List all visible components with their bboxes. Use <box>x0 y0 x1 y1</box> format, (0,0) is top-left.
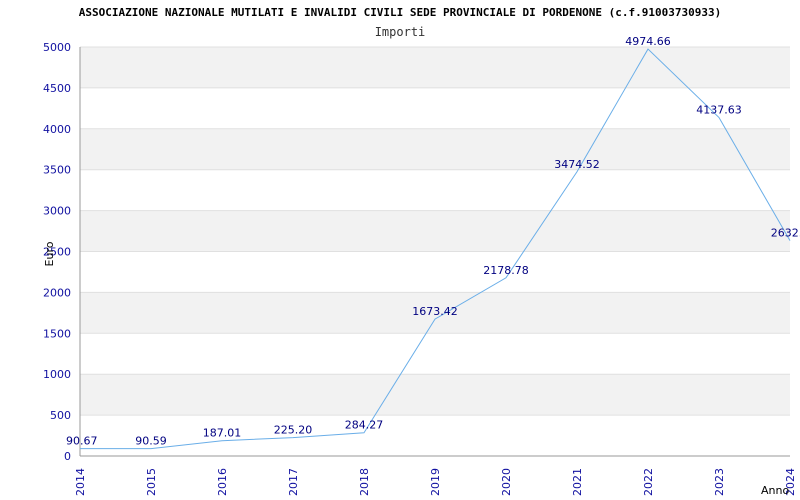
grid-band <box>80 87 790 129</box>
x-tick-label: 2022 <box>642 468 655 496</box>
data-label: 2632.6 <box>771 227 800 240</box>
line-chart: 0500100015002000250030003500400045005000… <box>43 35 800 497</box>
grid-band <box>80 47 790 88</box>
x-tick-label: 2016 <box>216 468 229 496</box>
y-tick-label: 500 <box>50 409 71 422</box>
data-label: 225.20 <box>274 424 313 437</box>
grid-band <box>80 333 790 375</box>
x-tick-label: 2020 <box>500 468 513 496</box>
x-tick-label: 2023 <box>713 468 726 496</box>
grid-band <box>80 374 790 416</box>
y-tick-label: 1500 <box>43 327 71 340</box>
y-tick-label: 3500 <box>43 164 71 177</box>
data-label: 4974.66 <box>625 35 671 48</box>
y-tick-label: 0 <box>64 450 71 463</box>
data-label: 90.67 <box>66 435 98 448</box>
data-label: 90.59 <box>135 435 167 448</box>
grid-band <box>80 251 790 293</box>
x-axis-label: Anno <box>761 484 789 497</box>
y-axis-label: Euro <box>43 241 56 266</box>
x-tick-label: 2014 <box>74 468 87 496</box>
grid-band <box>80 415 790 456</box>
x-tick-label: 2021 <box>571 468 584 496</box>
y-tick-label: 2000 <box>43 286 71 299</box>
grid-band <box>80 169 790 211</box>
x-tick-label: 2017 <box>287 468 300 496</box>
data-label: 3474.52 <box>554 158 600 171</box>
y-tick-label: 4000 <box>43 123 71 136</box>
x-tick-label: 2019 <box>429 468 442 496</box>
data-label: 1673.42 <box>412 305 458 318</box>
x-tick-label: 2015 <box>145 468 158 496</box>
grid-band <box>80 210 790 252</box>
y-tick-label: 5000 <box>43 41 71 54</box>
chart-stage: ASSOCIAZIONE NAZIONALE MUTILATI E INVALI… <box>0 0 800 500</box>
data-label: 4137.63 <box>696 104 742 117</box>
data-label: 2178.78 <box>483 264 529 277</box>
grid-band <box>80 128 790 170</box>
data-label: 284.27 <box>345 419 384 432</box>
y-tick-label: 3000 <box>43 205 71 218</box>
y-tick-label: 1000 <box>43 368 71 381</box>
data-label: 187.01 <box>203 427 242 440</box>
y-tick-label: 4500 <box>43 82 71 95</box>
x-tick-label: 2018 <box>358 468 371 496</box>
